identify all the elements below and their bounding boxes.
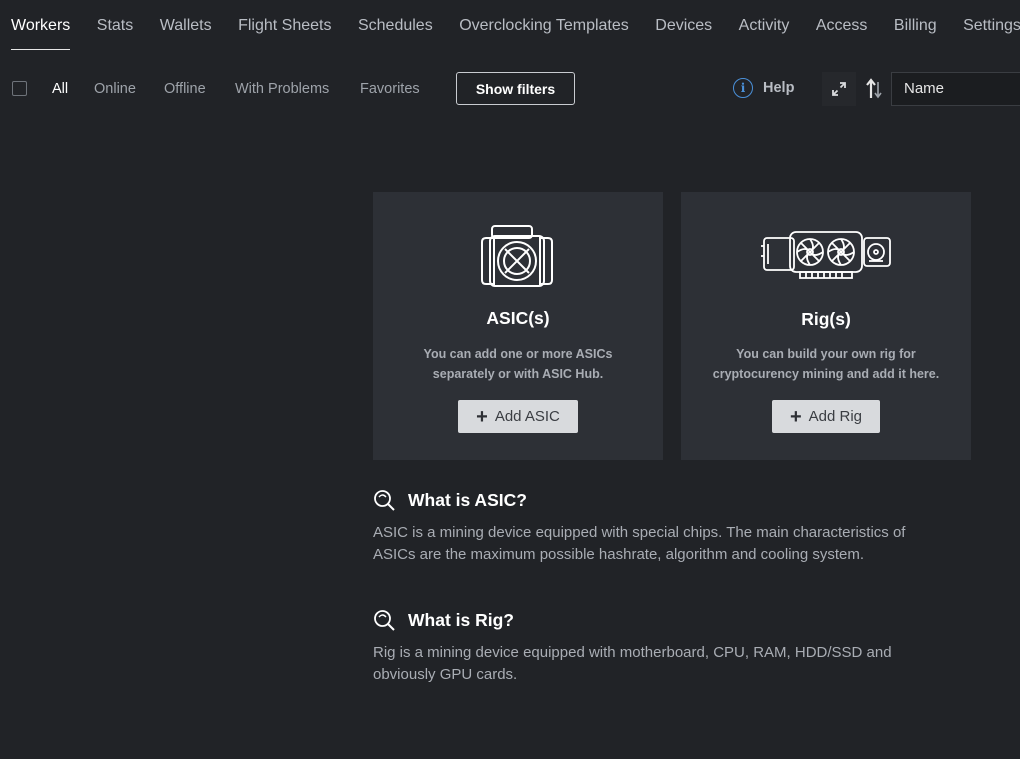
what-is-rig-text-line1: Rig is a mining device equipped with mot…: [373, 644, 892, 661]
asic-card-description-line2: separately or with ASIC Hub.: [432, 367, 604, 381]
filter-tab-online[interactable]: Online: [94, 81, 136, 97]
top-navigation: Workers Stats Wallets Flight Sheets Sche…: [0, 0, 1020, 52]
nav-tab-activity[interactable]: Activity: [739, 0, 790, 50]
what-is-asic-text-line2: ASICs are the maximum possible hashrate,…: [373, 546, 865, 563]
nav-tab-billing[interactable]: Billing: [894, 0, 937, 50]
expand-button[interactable]: [822, 72, 856, 106]
what-is-rig-heading: What is Rig?: [373, 608, 514, 632]
rig-card-description-line1: You can build your own rig for: [736, 347, 916, 361]
plus-icon: +: [789, 405, 802, 428]
what-is-asic-heading: What is ASIC?: [373, 488, 527, 512]
nav-tab-flight-sheets[interactable]: Flight Sheets: [238, 0, 331, 50]
select-all-checkbox[interactable]: [12, 81, 27, 96]
magnifier-icon: [374, 609, 395, 631]
rig-card-description-line2: cryptocurency mining and add it here.: [712, 367, 940, 381]
what-is-rig-title: What is Rig?: [408, 609, 514, 630]
filter-tab-offline[interactable]: Offline: [164, 81, 206, 97]
sort-arrows-icon: [866, 78, 882, 99]
magnifier-icon: [374, 489, 395, 511]
plus-icon: +: [476, 405, 488, 428]
what-is-asic-text-line1: ASIC is a mining device equipped with sp…: [373, 524, 906, 541]
nav-tab-stats[interactable]: Stats: [97, 0, 133, 50]
nav-tab-overclocking-templates[interactable]: Overclocking Templates: [459, 0, 629, 50]
what-is-rig-text-line2: obviously GPU cards.: [373, 666, 518, 683]
help-label: Help: [763, 80, 795, 96]
help-link[interactable]: i Help: [733, 78, 794, 98]
nav-tab-wallets[interactable]: Wallets: [160, 0, 212, 50]
asic-device-icon: [373, 220, 663, 290]
rig-card-title: Rig(s): [801, 309, 851, 329]
info-icon: i: [733, 78, 753, 98]
what-is-asic-title: What is ASIC?: [408, 489, 527, 510]
filter-tab-all[interactable]: All: [52, 81, 68, 97]
add-asic-label: Add ASIC: [494, 408, 560, 425]
add-asic-button[interactable]: + Add ASIC: [458, 400, 578, 433]
asic-card: ASIC(s) You can add one or more ASICs se…: [373, 192, 663, 460]
nav-tab-schedules[interactable]: Schedules: [358, 0, 433, 50]
sort-direction-button[interactable]: [862, 74, 888, 104]
filter-tab-favorites[interactable]: Favorites: [360, 81, 420, 97]
show-filters-button[interactable]: Show filters: [456, 72, 575, 105]
asic-card-description-line1: You can add one or more ASICs: [423, 347, 613, 361]
nav-tab-devices[interactable]: Devices: [655, 0, 712, 50]
nav-tab-settings[interactable]: Settings: [963, 0, 1020, 50]
add-rig-button[interactable]: + Add Rig: [772, 400, 880, 433]
asic-card-title: ASIC(s): [486, 308, 550, 328]
filter-bar: All Online Offline With Problems Favorit…: [0, 70, 1020, 108]
add-rig-label: Add Rig: [808, 408, 863, 425]
rig-card: Rig(s) You can build your own rig for cr…: [681, 192, 971, 460]
sort-field-select[interactable]: Name: [891, 72, 1020, 106]
expand-icon: [832, 82, 846, 96]
nav-tab-workers[interactable]: Workers: [11, 0, 71, 50]
nav-tab-access[interactable]: Access: [816, 0, 868, 50]
gpu-rig-icon: [681, 226, 971, 282]
filter-tab-with-problems[interactable]: With Problems: [235, 81, 329, 97]
